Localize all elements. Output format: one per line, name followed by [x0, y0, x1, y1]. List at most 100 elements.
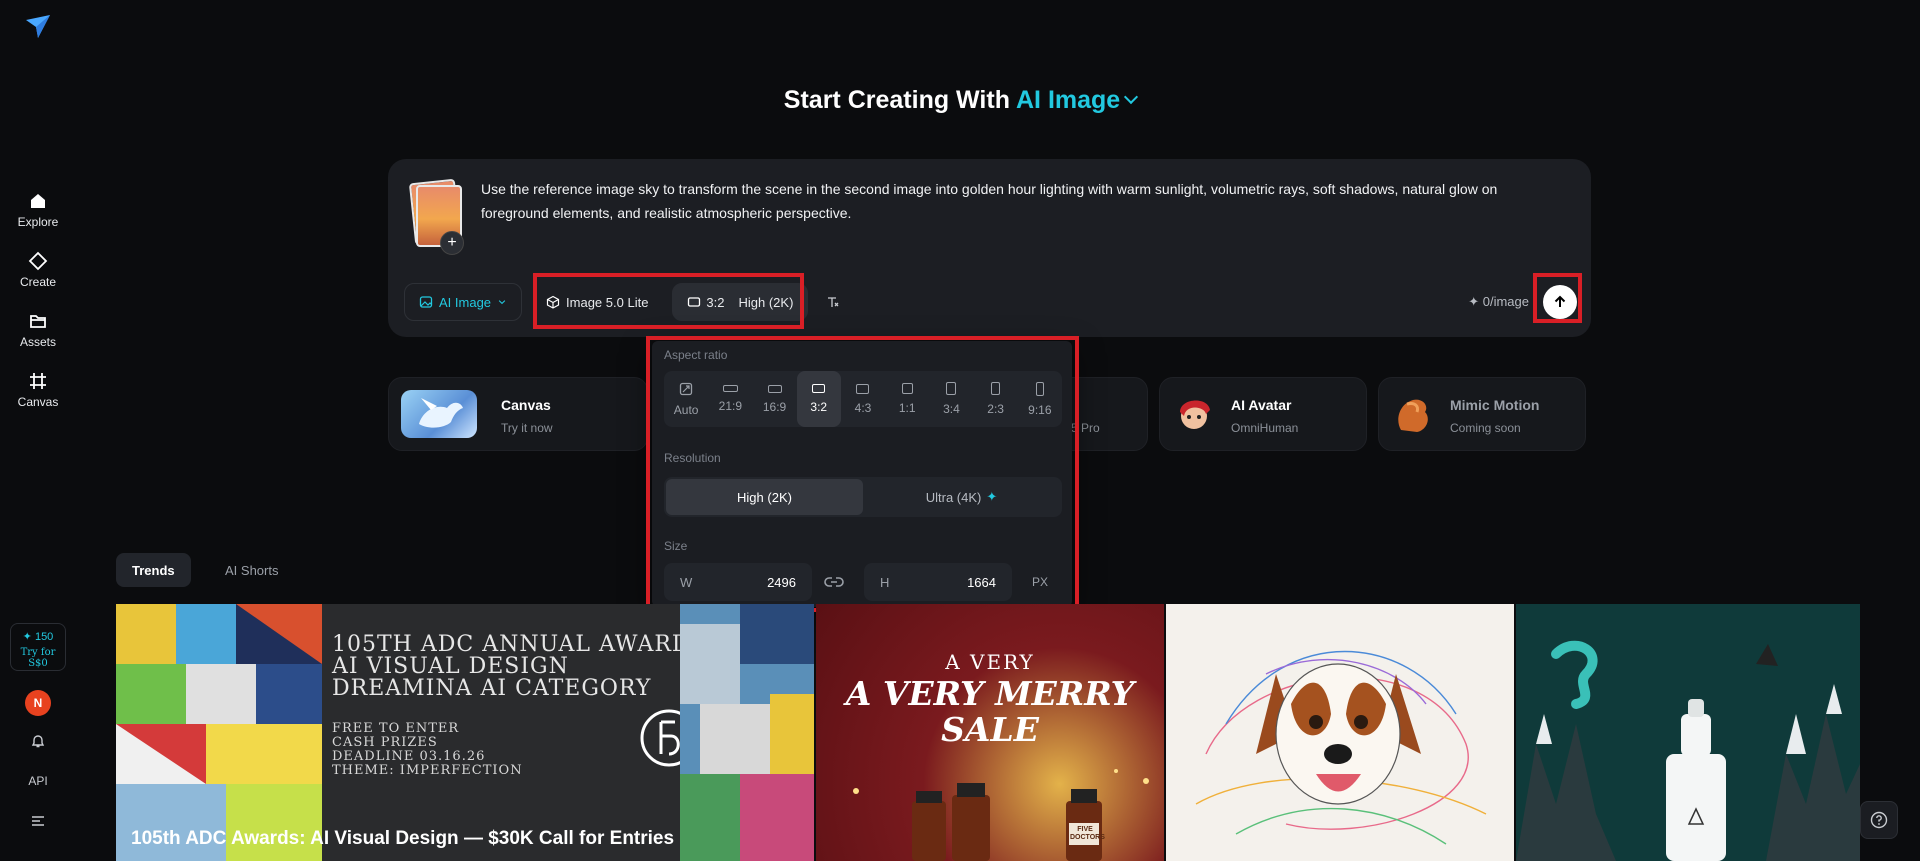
sidebar-item-label: Explore [17, 215, 59, 229]
feed-card-serum[interactable] [1516, 604, 1860, 861]
bottle-label: FIVE DOCTORS [1070, 826, 1105, 841]
sidebar-item-canvas[interactable]: Canvas [0, 371, 76, 409]
ratio-icon [688, 297, 701, 307]
model-label: Image 5.0 Lite [566, 294, 649, 310]
avatar[interactable]: N [25, 690, 51, 716]
chevron-down-icon[interactable] [1124, 89, 1139, 105]
chevron-down-icon [498, 300, 506, 305]
question-icon [1870, 811, 1888, 829]
ratio-option-4-3[interactable]: 4:3 [841, 371, 885, 427]
arrow-up-icon [1554, 295, 1566, 307]
text-format-icon [828, 297, 839, 307]
geometric-artwork-right [680, 604, 814, 861]
quality-label: High (2K) [738, 294, 794, 310]
prompt-toolbar: AI Image Image 5.0 Lite 3:2 High (2K) [404, 283, 848, 321]
image-icon [419, 296, 433, 308]
ratio-option-1-1[interactable]: 1:1 [885, 371, 929, 427]
aspect-ratio-options: Auto 21:9 16:9 3:2 4:3 1:1 3:4 2:3 9:16 [664, 371, 1062, 427]
diamond-icon [28, 251, 48, 271]
ratio-option-16-9[interactable]: 16:9 [752, 371, 796, 427]
resolution-options: High (2K) Ultra (4K) ✦ [664, 477, 1062, 517]
prompt-input[interactable]: Use the reference image sky to transform… [481, 177, 1561, 225]
sidebar-item-label: Create [19, 275, 57, 289]
help-button[interactable] [1860, 801, 1898, 839]
link-dimensions-icon[interactable] [824, 573, 844, 596]
tool-card-mimic-motion[interactable]: Mimic Motion Coming soon [1378, 377, 1586, 451]
tool-card-canvas[interactable]: Canvas Try it now [388, 377, 648, 451]
text-format-button[interactable] [818, 283, 848, 321]
credits-promo[interactable]: ✦ 150 Try for S$0 [10, 623, 66, 671]
tool-subtitle: Coming soon [1450, 421, 1521, 435]
feed-card-merry-sale[interactable]: A VERY A VERY MERRY SALE FIVE DOCTORS [816, 604, 1164, 861]
api-link[interactable]: API [0, 774, 76, 788]
aspect-ratio-title: Aspect ratio [664, 348, 728, 362]
folder-icon [30, 315, 46, 328]
bell-icon[interactable] [0, 733, 76, 752]
mode-select[interactable]: AI Image [404, 283, 523, 321]
height-input[interactable]: H 1664 [864, 563, 1012, 601]
tool-subtitle: Try it now [501, 421, 553, 435]
menu-icon[interactable] [0, 814, 76, 831]
unit-label: PX [1032, 575, 1049, 589]
sidebar-item-create[interactable]: Create [0, 251, 76, 289]
canvas-icon [30, 373, 46, 389]
generate-button[interactable] [1543, 285, 1577, 319]
tool-subtitle: OmniHuman [1231, 421, 1299, 435]
mimic-thumbnail [1389, 390, 1437, 438]
sparkle-icon: ✦ [986, 489, 998, 504]
sidebar-item-label: Assets [19, 335, 56, 349]
cube-icon [546, 295, 560, 309]
feed-card-caption: 105th ADC Awards: AI Visual Design — $30… [131, 828, 675, 849]
logo-icon[interactable] [24, 12, 52, 40]
ratio-option-21-9[interactable]: 21:9 [708, 371, 752, 427]
adc-headline: 105TH ADC ANNUAL AWARDS AI VISUAL DESIGN… [332, 632, 707, 701]
credit-cost: ✦ 0/image [1468, 294, 1529, 309]
ratio-option-auto[interactable]: Auto [664, 371, 708, 427]
tool-card-ai-avatar[interactable]: AI Avatar OmniHuman [1159, 377, 1367, 451]
tool-title: AI Avatar [1231, 397, 1292, 413]
geometric-artwork [116, 604, 322, 861]
feed-card-adc-awards[interactable]: 105TH ADC ANNUAL AWARDS AI VISUAL DESIGN… [116, 604, 814, 861]
width-input[interactable]: W 2496 [664, 563, 812, 601]
sale-small-text: A VERY [945, 650, 1035, 674]
ratio-quality-select[interactable]: 3:2 High (2K) [672, 283, 809, 321]
title-mode-dropdown[interactable]: AI Image [1016, 86, 1120, 114]
canvas-thumbnail [401, 390, 477, 438]
prompt-card: + Use the reference image sky to transfo… [388, 159, 1591, 337]
reference-images[interactable]: + [408, 178, 464, 255]
bottles-illustration [853, 769, 1149, 861]
resolution-option-ultra[interactable]: Ultra (4K) ✦ [863, 479, 1060, 515]
credits-count: ✦ 150 [22, 631, 54, 643]
auto-ratio-icon [679, 382, 693, 395]
tab-ai-shorts[interactable]: AI Shorts [209, 553, 294, 587]
ratio-label: 3:2 [706, 294, 725, 310]
sidebar-item-assets[interactable]: Assets [0, 311, 76, 349]
sidebar: Explore Create Assets Canvas ✦ 150 Try f… [0, 0, 76, 861]
home-icon [31, 194, 45, 208]
resolution-option-high[interactable]: High (2K) [666, 479, 863, 515]
promo-text: Try for S$0 [20, 647, 56, 669]
tool-title: Mimic Motion [1450, 397, 1540, 413]
size-title: Size [664, 539, 688, 553]
sale-headline: A VERY MERRY SALE [845, 674, 1135, 749]
ratio-option-3-4[interactable]: 3:4 [929, 371, 973, 427]
feed-card-dog-sketch[interactable] [1166, 604, 1514, 861]
ratio-option-3-2[interactable]: 3:2 [796, 371, 841, 427]
serum-illustration [1516, 640, 1860, 861]
add-reference-button[interactable]: + [440, 231, 464, 255]
page-title: Start Creating With AI Image [0, 86, 1920, 115]
sidebar-item-explore[interactable]: Explore [0, 191, 76, 229]
ratio-resolution-popover: Aspect ratio Auto 21:9 16:9 3:2 4:3 1:1 … [652, 341, 1072, 607]
ratio-option-9-16[interactable]: 9:16 [1018, 371, 1062, 427]
model-select[interactable]: Image 5.0 Lite [532, 283, 662, 321]
tab-trends[interactable]: Trends [116, 553, 191, 587]
sidebar-item-label: Canvas [17, 395, 59, 409]
mode-label: AI Image [439, 294, 492, 310]
dog-illustration [1195, 650, 1487, 845]
tool-title: Canvas [501, 397, 551, 413]
ratio-option-2-3[interactable]: 2:3 [974, 371, 1018, 427]
title-prefix: Start Creating With [783, 86, 1010, 114]
avatar-thumbnail [1170, 390, 1218, 438]
tool-subtitle: 5 Pro [1071, 421, 1100, 435]
submit-area: ✦ 0/image [1468, 283, 1577, 321]
